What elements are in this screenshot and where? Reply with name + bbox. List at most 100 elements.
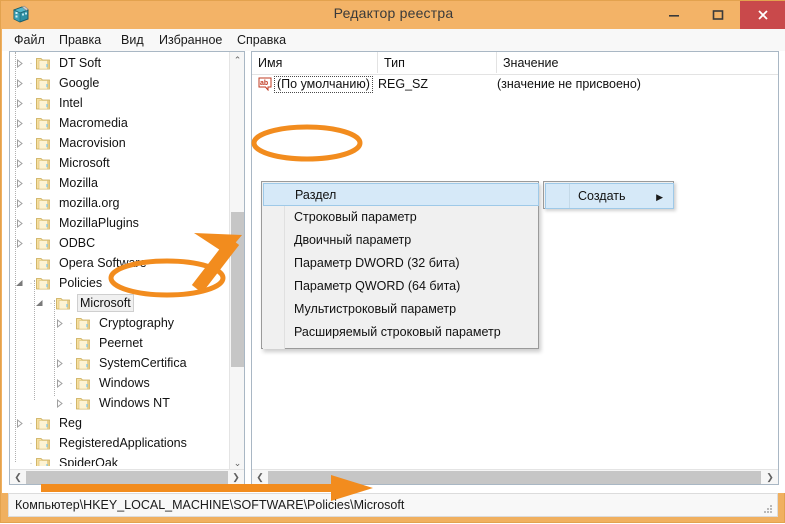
tree-connector: · [69,357,73,369]
string-value-icon: ab [258,77,273,92]
folder-icon [76,336,93,350]
close-button[interactable] [740,1,785,29]
tree-scroll-thumb[interactable] [231,212,244,367]
menu-item-3[interactable]: Параметр DWORD (32 бита) [263,252,539,274]
chevron-right-icon[interactable] [12,53,26,73]
tree-item-label: Macromedia [59,116,128,130]
chevron-right-icon[interactable] [52,373,66,393]
folder-icon [36,216,53,230]
tree-item-policies[interactable]: · Policies [12,273,104,293]
chevron-right-icon[interactable] [12,93,26,113]
tree-scroll-left-button[interactable]: ❮ [10,470,26,484]
tree-connector: · [29,77,33,89]
tree-item-peernet[interactable]: · Peernet [52,333,145,353]
tree-item-cryptography[interactable]: · Cryptography [52,313,176,333]
tree-item-intel[interactable]: · Intel [12,93,85,113]
value-name-cell[interactable]: (По умолчанию) [274,76,373,93]
column-header-type[interactable]: Тип [378,52,497,73]
tree-item-microsoft[interactable]: · Microsoft [12,153,112,173]
chevron-right-icon[interactable] [12,133,26,153]
table-row[interactable]: ab (По умолчанию) REG_SZ (значение не пр… [252,75,778,95]
tree-item-microsoft[interactable]: · Microsoft [32,293,134,313]
column-header-value[interactable]: Значение [497,52,778,73]
menu-favorites[interactable]: Избранное [155,32,226,48]
menu-item-2[interactable]: Двоичный параметр [263,229,539,251]
menu-help[interactable]: Справка [233,32,290,48]
list-scroll-left-button[interactable]: ❮ [252,470,268,484]
menu-item-6[interactable]: Расширяемый строковый параметр [263,321,539,343]
tree-hscroll-thumb[interactable] [26,471,228,484]
chevron-right-icon[interactable] [12,413,26,433]
chevron-right-icon[interactable] [52,353,66,373]
chevron-right-icon[interactable] [12,73,26,93]
client-area: · DT Soft · Google · Intel · Macromedia · Macrovi… [2,51,785,493]
list-scroll-right-button[interactable]: ❯ [762,470,778,484]
menu-item-label: Строковый параметр [294,210,417,224]
tree-item-registeredapplications[interactable]: · RegisteredApplications [12,433,189,453]
tree-connector: · [29,137,33,149]
tree-item-windows-nt[interactable]: · Windows NT [52,393,172,413]
chevron-right-icon[interactable] [12,173,26,193]
maximize-button[interactable] [696,1,740,29]
chevron-right-icon[interactable] [12,193,26,213]
chevron-down-icon[interactable] [32,293,46,313]
menu-item-create[interactable]: Создать ▶ [545,183,674,209]
menu-item-0[interactable]: Раздел [263,183,539,206]
menu-edit[interactable]: Правка [55,32,105,48]
tree-item-mozilla[interactable]: · Mozilla [12,173,100,193]
tree-item-macrovision[interactable]: · Macrovision [12,133,128,153]
title-bar: Редактор реестра [1,1,785,29]
resize-grip-icon[interactable] [762,502,774,514]
menu-item-label: Параметр DWORD (32 бита) [294,256,460,270]
tree-item-macromedia[interactable]: · Macromedia [12,113,130,133]
folder-icon [36,116,53,130]
tree-connector: · [29,277,33,289]
tree-horizontal-scrollbar[interactable]: ❮ ❯ [10,469,244,484]
folder-icon [76,376,93,390]
tree-item-odbc[interactable]: · ODBC [12,233,97,253]
tree-connector: · [29,197,33,209]
chevron-down-icon[interactable] [12,273,26,293]
list-horizontal-scrollbar[interactable]: ❮ ❯ [252,469,778,484]
registry-tree[interactable]: · DT Soft · Google · Intel · Macromedia · Macrovi… [10,52,230,466]
chevron-right-icon[interactable] [12,113,26,133]
tree-item-dt-soft[interactable]: · DT Soft [12,53,103,73]
menu-item-create-label: Создать [578,189,626,203]
tree-item-windows[interactable]: · Windows [52,373,152,393]
chevron-right-icon[interactable] [52,393,66,413]
tree-item-opera-software[interactable]: · Opera Software [12,253,149,273]
tree-item-systemcertifica[interactable]: · SystemCertifica [52,353,189,373]
tree-item-reg[interactable]: · Reg [12,413,84,433]
registry-tree-pane[interactable]: · DT Soft · Google · Intel · Macromedia · Macrovi… [9,51,245,485]
tree-scroll-up-button[interactable]: ⌃ [230,52,244,68]
chevron-right-icon[interactable] [12,153,26,173]
menu-item-1[interactable]: Строковый параметр [263,206,539,228]
tree-item-spideroak[interactable]: · SpiderOak [12,453,120,466]
tree-item-google[interactable]: · Google [12,73,101,93]
context-submenu-new[interactable]: Раздел Строковый параметр Двоичный парамет… [261,181,539,349]
chevron-right-icon[interactable] [52,313,66,333]
tree-vertical-scrollbar[interactable]: ⌃ ⌄ [229,52,244,471]
folder-icon [36,156,53,170]
tree-item-label: Opera Software [59,256,147,270]
column-header-name[interactable]: Имя [252,52,378,73]
tree-connector: · [29,417,33,429]
tree-item-label: SystemCertifica [99,356,187,370]
value-type-cell: REG_SZ [378,77,429,91]
tree-item-mozilla-org[interactable]: · mozilla.org [12,193,121,213]
menu-item-4[interactable]: Параметр QWORD (64 бита) [263,275,539,297]
list-header: Имя Тип Значение [252,52,778,75]
menu-item-5[interactable]: Мультистроковый параметр [263,298,539,320]
context-menu-parent[interactable]: Создать ▶ [543,181,674,209]
minimize-button[interactable] [652,1,696,29]
chevron-right-icon[interactable] [12,213,26,233]
list-hscroll-thumb[interactable] [268,471,761,484]
tree-connector: · [49,297,53,309]
menu-view[interactable]: Вид [117,32,148,48]
menu-item-label: Двоичный параметр [294,233,412,247]
tree-scroll-right-button[interactable]: ❯ [228,470,244,484]
chevron-right-icon[interactable] [12,233,26,253]
tree-connector: · [69,317,73,329]
menu-file[interactable]: Файл [10,32,49,48]
tree-item-mozillaplugins[interactable]: · MozillaPlugins [12,213,141,233]
